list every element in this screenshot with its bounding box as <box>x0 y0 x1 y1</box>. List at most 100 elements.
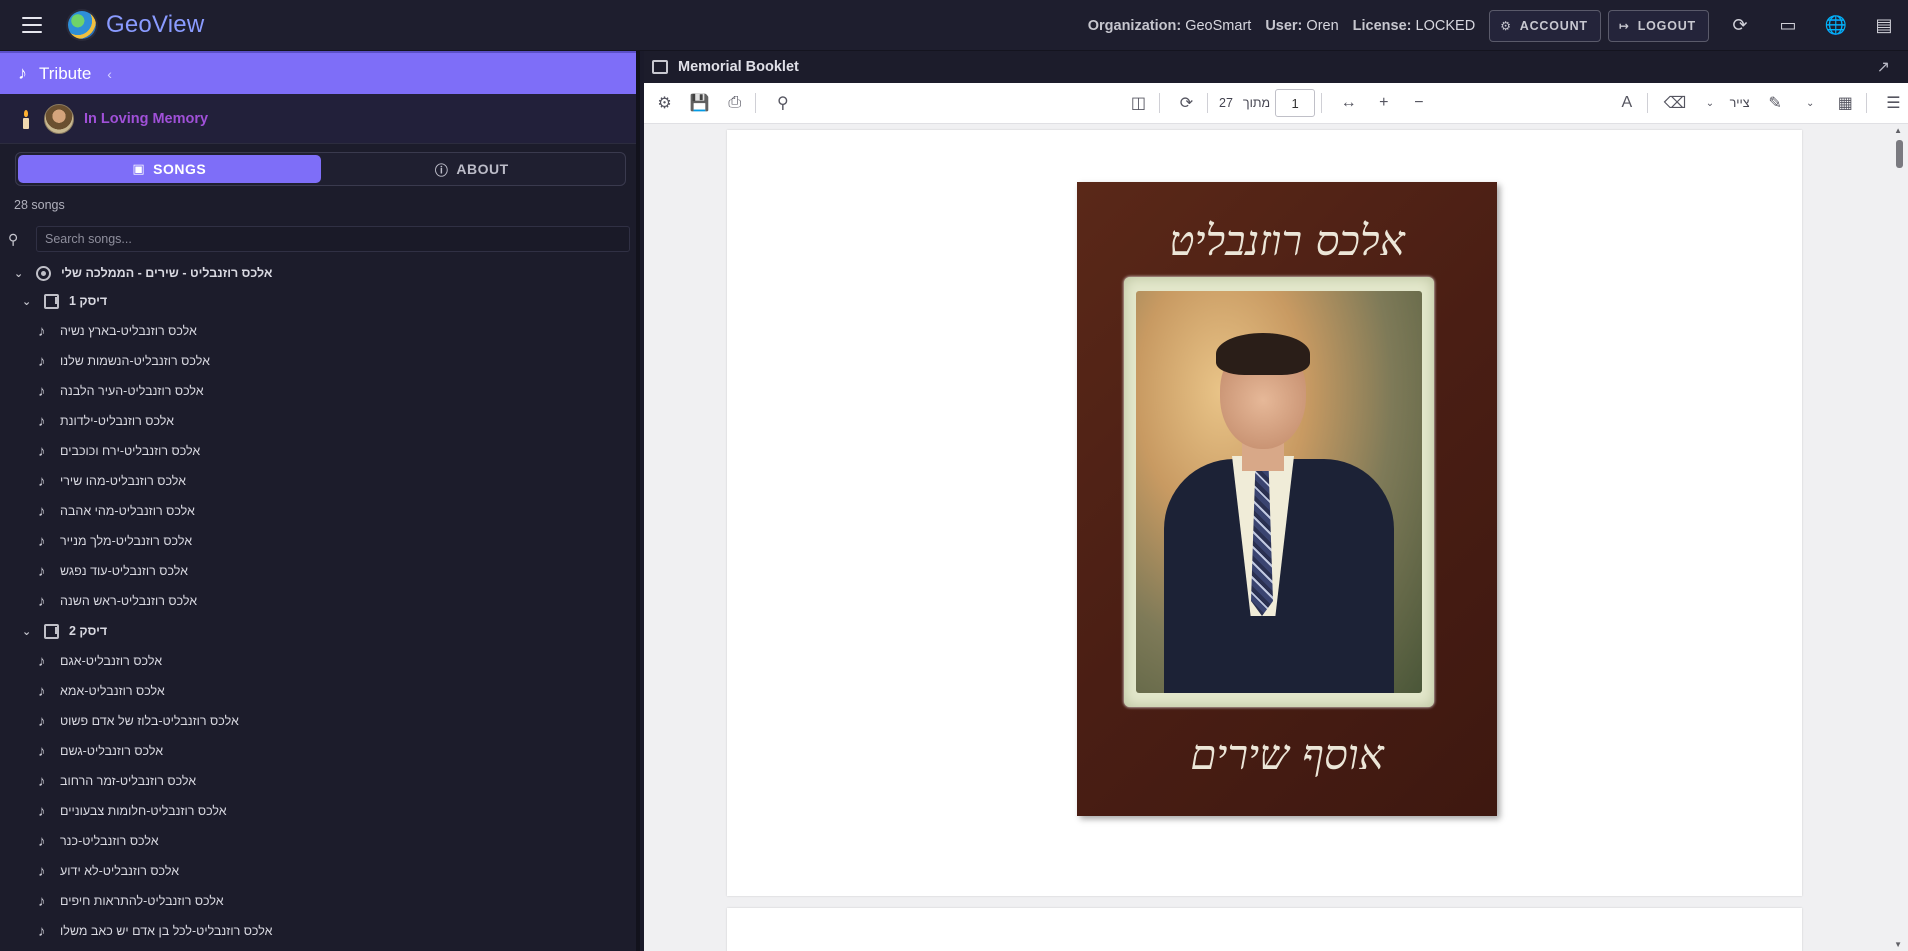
scrollbar-thumb[interactable] <box>1896 140 1903 168</box>
save-icon[interactable]: 💾 <box>685 88 714 118</box>
music-note-icon: ♪ <box>38 592 46 610</box>
rotate-icon[interactable]: ⟳ <box>1172 88 1201 118</box>
song-item[interactable]: ♪ אלכס רוזנבליט-מהי אהבה <box>0 496 636 526</box>
song-title: אלכס רוזנבליט-מלך מנייר <box>60 534 193 548</box>
music-note-icon: ♪ <box>18 63 27 83</box>
song-title: אלכס רוזנבליט-מהי אהבה <box>60 504 195 518</box>
logout-icon: ↦ <box>1618 18 1630 33</box>
tab-about[interactable]: ⓘ ABOUT <box>321 155 624 183</box>
draw-label[interactable]: צייר <box>1730 96 1750 110</box>
song-title: אלכס רוזנבליט-כנר <box>60 834 159 848</box>
search-bar: ⚲ <box>8 226 630 252</box>
scroll-up-arrow-icon[interactable]: ▲ <box>1894 126 1902 135</box>
music-note-icon: ♪ <box>38 532 46 550</box>
song-item[interactable]: ♪ אלכס רוזנבליט-הנשמות שלנו <box>0 346 636 376</box>
chevron-down-icon[interactable]: ⌄ <box>1796 88 1825 118</box>
user-info: User: Oren <box>1265 18 1338 34</box>
song-title: אלכס רוזנבליט-בארץ נשיה <box>60 324 197 338</box>
disc-node-1[interactable]: ⌄ דיסק 1 <box>0 286 636 316</box>
fit-width-icon[interactable]: ↔ <box>1334 88 1363 118</box>
song-item[interactable]: ♪ אלכס רוזנבליט-ירח וכוכבים <box>0 436 636 466</box>
account-button[interactable]: ⚙ ACCOUNT <box>1489 9 1601 42</box>
sidebar-toggle-icon[interactable]: ☰ <box>1879 88 1908 118</box>
user-value: Oren <box>1306 17 1339 34</box>
song-item[interactable]: ♪ אלכס רוזנבליט-עוד נפגש <box>0 556 636 586</box>
draw-pen-icon[interactable]: ✎ <box>1761 88 1790 118</box>
chevron-down-icon[interactable]: ⌄ <box>22 625 36 638</box>
song-item[interactable]: ♪ אלכס רוזנבליט-זמר הרחוב <box>0 766 636 796</box>
music-note-icon: ♪ <box>38 862 46 880</box>
print-icon[interactable]: ⎙ <box>720 88 749 118</box>
music-note-icon: ♪ <box>38 742 46 760</box>
memory-text: In Loving Memory <box>84 110 209 127</box>
song-item[interactable]: ♪ אלכס רוזנבליט-העיר הלבנה <box>0 376 636 406</box>
song-item[interactable]: ♪ אלכס רוזנבליט-לא ידוע <box>0 856 636 886</box>
song-item[interactable]: ♪ אלכס רוזנבליט-לכל בן אדם יש כאב משלו <box>0 916 636 946</box>
collapse-chevron-icon[interactable]: ‹ <box>107 66 112 82</box>
disc-label: דיסק 2 <box>69 624 108 638</box>
album-title: אלכס רוזנבליט - שירים - הממלכה שלי <box>61 266 273 280</box>
chat-icon[interactable]: ▤ <box>1871 13 1897 39</box>
top-app-bar: GeoView Organization: GeoSmart User: Ore… <box>0 0 1908 51</box>
zoom-in-icon[interactable]: + <box>1369 88 1398 118</box>
document-area[interactable]: אלכס רוזנבליט אוסף שירים ▲ ▼ <box>644 124 1908 951</box>
hamburger-menu-icon[interactable] <box>22 12 48 38</box>
music-note-icon: ♪ <box>38 712 46 730</box>
song-title: אלכס רוזנבליט-ירח וכוכבים <box>60 444 201 458</box>
song-item[interactable]: ♪ אלכס רוזנבליט-חלומות צבעוניים <box>0 796 636 826</box>
song-item[interactable]: ♪ אלכס רוזנבליט-אגם <box>0 646 636 676</box>
album-node[interactable]: ⌄ אלכס רוזנבליט - שירים - הממלכה שלי <box>0 260 636 286</box>
disc-node-2[interactable]: ⌄ דיסק 2 <box>0 616 636 646</box>
song-item[interactable]: ♪ אלכס רוזנבליט-בארץ נשיה <box>0 316 636 346</box>
song-title: אלכס רוזנבליט-לא ידוע <box>60 864 180 878</box>
search-input[interactable] <box>36 226 630 252</box>
logout-button[interactable]: ↦ LOGOUT <box>1607 9 1709 42</box>
music-note-icon: ♪ <box>38 772 46 790</box>
avatar <box>44 103 74 134</box>
song-item[interactable]: ♪ אלכס רוזנבליט-כנר <box>0 826 636 856</box>
zoom-out-icon[interactable]: − <box>1404 88 1433 118</box>
open-external-icon[interactable]: ↗ <box>1877 57 1890 77</box>
pdf-icon <box>652 60 668 74</box>
globe-icon[interactable]: 🌐 <box>1823 13 1849 39</box>
tribute-title: Tribute <box>39 63 92 83</box>
song-item[interactable]: ♪ אלכס רוזנבליט-להתראות חיפים <box>0 886 636 916</box>
chevron-down-icon[interactable]: ⌄ <box>1695 88 1724 118</box>
chevron-down-icon[interactable]: ⌄ <box>14 267 28 280</box>
page-total: 27 <box>1219 96 1233 110</box>
album-disc-icon <box>36 265 51 281</box>
song-title: אלכס רוזנבליט-לכל בן אדם יש כאב משלו <box>60 924 273 938</box>
tab-songs[interactable]: ▣ SONGS <box>18 155 321 183</box>
pdf-page-1: אלכס רוזנבליט אוסף שירים <box>727 130 1802 896</box>
song-item[interactable]: ♪ אלכס רוזנבליט-אמא <box>0 676 636 706</box>
geoview-logo <box>68 11 96 39</box>
song-item[interactable]: ♪ אלכס רוזנבליט-מהו שירי <box>0 466 636 496</box>
scroll-down-arrow-icon[interactable]: ▼ <box>1894 940 1902 949</box>
text-tool-icon[interactable]: A <box>1612 88 1641 118</box>
song-item[interactable]: ♪ אלכס רוזנבליט-מלך מנייר <box>0 526 636 556</box>
page-number-input[interactable] <box>1275 89 1316 117</box>
settings-icon[interactable]: ⚙ <box>650 88 679 118</box>
eraser-icon[interactable]: ⌫ <box>1660 88 1689 118</box>
page-layout-icon[interactable]: ◫ <box>1124 88 1153 118</box>
sidebar-tabs: ▣ SONGS ⓘ ABOUT <box>15 152 626 186</box>
song-title: אלכס רוזנבליט-ילדונת <box>60 414 174 428</box>
portrait-hair <box>1216 333 1310 375</box>
logout-button-label: LOGOUT <box>1637 18 1696 33</box>
song-title: אלכס רוזנבליט-העיר הלבנה <box>60 384 204 398</box>
song-item[interactable]: ♪ אלכס רוזנבליט-ילדונת <box>0 406 636 436</box>
song-title: אלכס רוזנבליט-אמא <box>60 684 165 698</box>
chevron-down-icon[interactable]: ⌄ <box>22 295 36 308</box>
user-label: User: <box>1265 17 1303 34</box>
monitor-icon[interactable]: ▭ <box>1775 13 1801 39</box>
ai-assistant-icon[interactable]: ⟳ <box>1727 13 1753 39</box>
booklet-cover-image: אלכס רוזנבליט אוסף שירים <box>1077 182 1497 816</box>
search-icon[interactable]: ⚲ <box>768 88 797 118</box>
song-item[interactable]: ♪ אלכס רוזנבליט-בלוז של אדם פשוט <box>0 706 636 736</box>
song-item[interactable]: ♪ אלכס רוזנבליט-ראש השנה <box>0 586 636 616</box>
search-icon: ⚲ <box>8 230 19 247</box>
disc-label: דיסק 1 <box>69 294 108 308</box>
song-item[interactable]: ♪ אלכס רוזנבליט-גשם <box>0 736 636 766</box>
highlight-icon[interactable]: ▦ <box>1831 88 1860 118</box>
vertical-scrollbar[interactable] <box>1895 126 1904 948</box>
